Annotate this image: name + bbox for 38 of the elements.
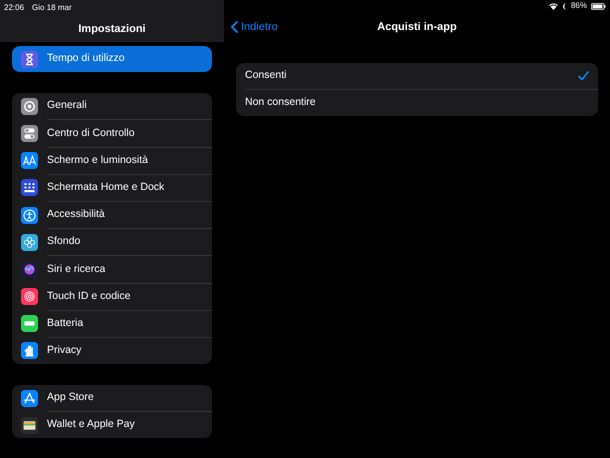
wifi-icon	[548, 2, 558, 10]
hourglass-icon	[21, 50, 38, 68]
accessibility-person-icon	[21, 206, 38, 224]
battery-icon	[21, 315, 38, 332]
battery-percent: 86%	[570, 0, 587, 12]
sidebar-title: Impostazioni	[78, 22, 146, 37]
sidebar-item[interactable]: Accessibilità	[12, 202, 212, 228]
sidebar-item[interactable]: Centro di Controllo	[12, 120, 212, 147]
siri-orb-icon	[21, 260, 38, 278]
sidebar-item[interactable]: App Store	[12, 385, 212, 412]
battery-icon	[591, 2, 606, 10]
app-store-icon	[21, 390, 38, 407]
moon-icon	[562, 2, 567, 10]
toggles-icon	[21, 124, 38, 142]
page-title: Acquisti in-app	[377, 20, 457, 35]
sidebar-item[interactable]: Sfondo	[12, 229, 212, 256]
clock-time: 22:06	[4, 2, 24, 14]
flower-icon	[21, 234, 38, 251]
sidebar-item[interactable]: Schermo e luminosità	[12, 148, 212, 174]
back-button[interactable]: Indietro	[231, 19, 278, 36]
fingerprint-icon	[21, 288, 38, 306]
gear-icon	[21, 98, 38, 115]
option-row[interactable]: Consenti	[236, 63, 598, 89]
option-row[interactable]: Non consentire	[236, 90, 598, 116]
text-size-icon	[21, 152, 38, 170]
app-grid-icon	[21, 179, 38, 196]
chevron-left-icon	[231, 21, 238, 34]
sidebar-item[interactable]: Tempo di utilizzo	[12, 46, 212, 72]
sidebar-item[interactable]: Privacy	[12, 338, 212, 364]
sidebar-item[interactable]: Wallet e Apple Pay	[12, 412, 212, 438]
sidebar-item[interactable]: Schermata Home e Dock	[12, 174, 212, 201]
sidebar-item[interactable]: Generali	[12, 93, 212, 120]
date-text: Gio 18 mar	[32, 2, 72, 14]
hand-icon	[21, 342, 38, 360]
sidebar-item[interactable]: Siri e ricerca	[12, 256, 212, 282]
sidebar-item[interactable]: Touch ID e codice	[12, 284, 212, 310]
wallet-icon	[21, 416, 38, 434]
sidebar-item[interactable]: Batteria	[12, 310, 212, 337]
